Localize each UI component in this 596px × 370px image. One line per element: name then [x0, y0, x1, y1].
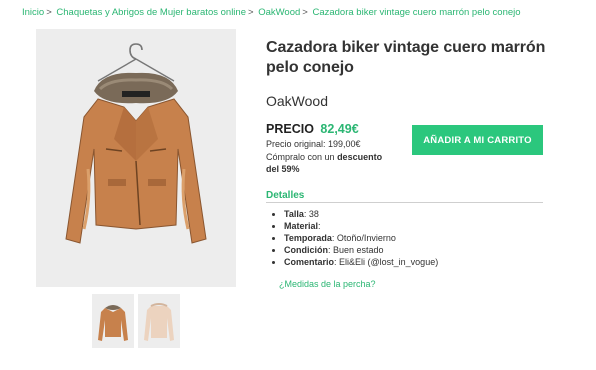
detail-value: : 38	[303, 209, 319, 219]
product-title: Cazadora biker vintage cuero marrón pelo…	[266, 39, 546, 76]
detail-label: Material	[284, 221, 319, 231]
breadcrumb-category[interactable]: Chaquetas y Abrigos de Mujer baratos onl…	[56, 7, 246, 18]
current-price: 82,49€	[320, 122, 359, 136]
details-divider	[266, 202, 543, 203]
product-main-image[interactable]	[36, 29, 236, 287]
details-heading: Detalles	[266, 190, 305, 201]
details-list: Talla: 38 Material: Temporada: Otoño/Inv…	[272, 208, 438, 268]
breadcrumb: Inicio > Chaquetas y Abrigos de Mujer bar…	[22, 7, 521, 18]
discount-prefix: Cómpralo con un	[266, 152, 335, 162]
breadcrumb-brand[interactable]: OakWood	[258, 7, 300, 18]
detail-item-comentario: Comentario: Eli&Eli (@lost_in_vogue)	[284, 256, 438, 268]
breadcrumb-separator: >	[302, 7, 308, 18]
detail-value: : Otoño/Invierno	[331, 233, 396, 243]
detail-value: :	[318, 221, 321, 231]
thumbnail-1[interactable]	[92, 294, 134, 348]
hanger-measurements-link[interactable]: ¿Medidas de la percha?	[279, 279, 376, 289]
discount-text: Cómpralo con un descuento del 59%	[266, 151, 396, 175]
add-to-cart-button[interactable]: AÑADIR A MI CARRITO	[412, 125, 543, 155]
detail-item-temporada: Temporada: Otoño/Invierno	[284, 232, 438, 244]
thumbnail-2[interactable]	[138, 294, 180, 348]
thumbnail-jacket-front	[98, 305, 128, 341]
jacket-illustration	[65, 43, 207, 244]
detail-item-condicion: Condición: Buen estado	[284, 244, 438, 256]
detail-label: Condición	[284, 245, 328, 255]
original-price: Precio original: 199,00€	[266, 139, 361, 149]
detail-label: Comentario	[284, 257, 335, 267]
detail-item-material: Material:	[284, 220, 438, 232]
product-brand: OakWood	[266, 93, 328, 109]
breadcrumb-separator: >	[247, 7, 254, 18]
detail-label: Talla	[284, 209, 304, 219]
detail-value: : Buen estado	[328, 245, 384, 255]
price-line: PRECIO 82,49€	[266, 122, 359, 136]
detail-item-talla: Talla: 38	[284, 208, 438, 220]
detail-label: Temporada	[284, 233, 332, 243]
detail-value: : Eli&Eli (@lost_in_vogue)	[334, 257, 439, 267]
breadcrumb-home[interactable]: Inicio	[22, 7, 44, 18]
breadcrumb-separator: >	[46, 7, 52, 18]
thumbnail-jacket-back	[144, 303, 174, 341]
price-label: PRECIO	[266, 122, 314, 136]
breadcrumb-current[interactable]: Cazadora biker vintage cuero marrón pelo…	[312, 7, 520, 18]
